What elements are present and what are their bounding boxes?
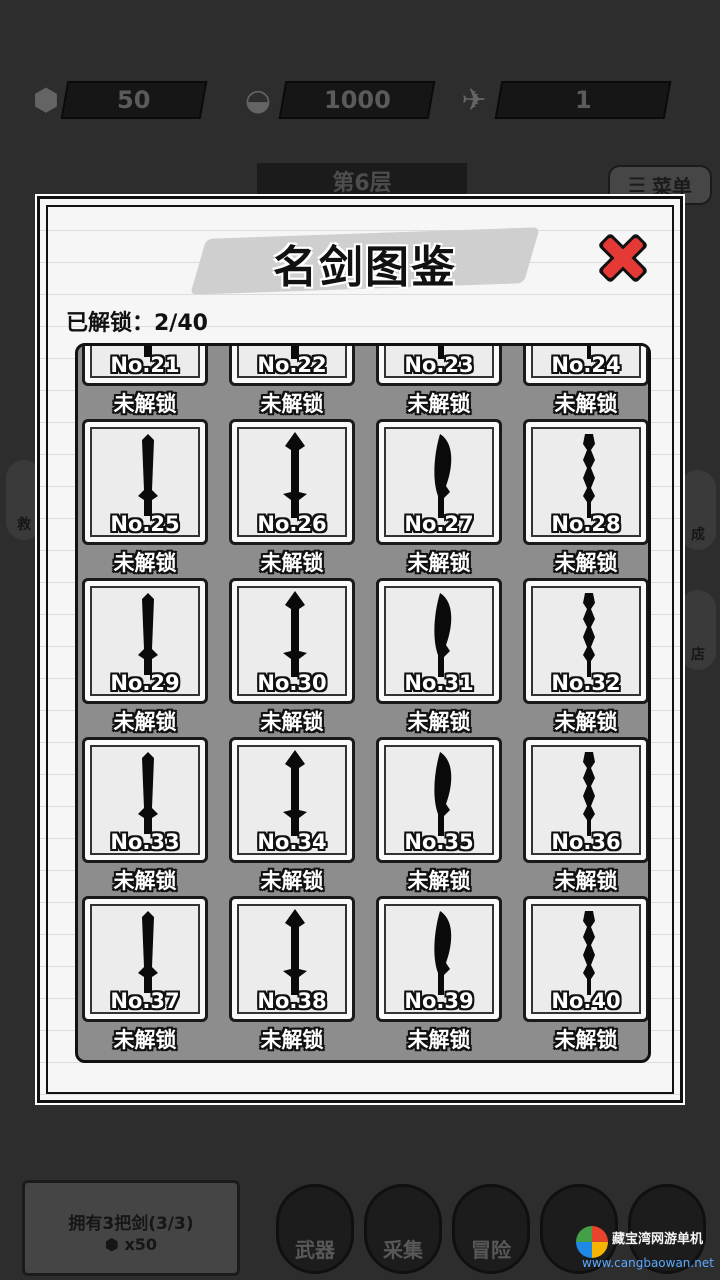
- sword-silhouette-icon: [283, 750, 307, 836]
- sword-silhouette-icon: [434, 593, 452, 677]
- watermark-cn: 藏宝湾网游单机: [612, 1232, 704, 1247]
- sword-status: 未解锁: [260, 869, 324, 893]
- sword-silhouette-icon: [138, 752, 158, 834]
- sword-number: No.22: [257, 353, 327, 377]
- sword-card[interactable]: No.25: [82, 419, 208, 545]
- sword-card[interactable]: No.27: [376, 419, 502, 545]
- sword-number: No.37: [110, 989, 180, 1013]
- sword-number: No.30: [257, 671, 327, 695]
- sword-status: 未解锁: [554, 869, 618, 893]
- sword-number: No.33: [110, 830, 180, 854]
- sword-silhouette-icon: [434, 434, 452, 518]
- sword-status: 未解锁: [407, 551, 471, 575]
- sword-number: No.29: [110, 671, 180, 695]
- modal-title-area: 名剑图鉴: [190, 219, 540, 295]
- sword-status: 未解锁: [554, 1028, 618, 1052]
- sword-silhouette-icon: [138, 593, 158, 675]
- sword-silhouette-icon: [283, 909, 307, 995]
- sword-card[interactable]: No.24: [523, 346, 648, 386]
- sword-number: No.28: [551, 512, 621, 536]
- sword-number: No.31: [404, 671, 474, 695]
- site-logo-icon: [576, 1226, 608, 1258]
- sword-number: No.21: [110, 353, 180, 377]
- sword-silhouette-icon: [583, 593, 595, 677]
- sword-silhouette-icon: [583, 911, 595, 995]
- sword-silhouette-icon: [283, 591, 307, 677]
- sword-number: No.25: [110, 512, 180, 536]
- sword-status: 未解锁: [407, 392, 471, 416]
- watermark-url: www.cangbaowan.net: [582, 1256, 714, 1270]
- sword-status: 未解锁: [407, 1028, 471, 1052]
- sword-card[interactable]: No.37: [82, 896, 208, 1022]
- sword-number: No.34: [257, 830, 327, 854]
- sword-silhouette-icon: [583, 752, 595, 836]
- sword-card[interactable]: No.28: [523, 419, 648, 545]
- sword-grid[interactable]: No.21 未解锁 No.22 未解锁 No.23 未解锁 No.24 未解锁 No.25 未解锁…: [75, 343, 651, 1063]
- sword-number: No.26: [257, 512, 327, 536]
- close-icon: [599, 234, 647, 282]
- unlock-count: 已解锁：2/40: [66, 311, 208, 336]
- sword-card[interactable]: No.26: [229, 419, 355, 545]
- sword-number: No.24: [551, 353, 621, 377]
- sword-number: No.32: [551, 671, 621, 695]
- sword-card[interactable]: No.38: [229, 896, 355, 1022]
- sword-silhouette-icon: [434, 752, 452, 836]
- sword-status: 未解锁: [113, 1028, 177, 1052]
- sword-card[interactable]: No.33: [82, 737, 208, 863]
- sword-number: No.38: [257, 989, 327, 1013]
- sword-status: 未解锁: [113, 710, 177, 734]
- sword-card[interactable]: No.31: [376, 578, 502, 704]
- sword-silhouette-icon: [138, 434, 158, 516]
- sword-status: 未解锁: [113, 551, 177, 575]
- sword-status: 未解锁: [260, 392, 324, 416]
- sword-status: 未解锁: [260, 551, 324, 575]
- sword-status: 未解锁: [554, 551, 618, 575]
- sword-status: 未解锁: [554, 392, 618, 416]
- close-button[interactable]: [592, 227, 654, 289]
- sword-silhouette-icon: [283, 432, 307, 518]
- sword-silhouette-icon: [138, 911, 158, 993]
- sword-silhouette-icon: [434, 911, 452, 995]
- sword-collection-modal: 名剑图鉴 已解锁：2/40 No.21 未解锁 No.22 未解锁 No.23 未解锁 No…: [37, 196, 683, 1103]
- sword-status: 未解锁: [407, 710, 471, 734]
- sword-card[interactable]: No.39: [376, 896, 502, 1022]
- sword-status: 未解锁: [407, 869, 471, 893]
- sword-status: 未解锁: [260, 1028, 324, 1052]
- sword-silhouette-icon: [583, 434, 595, 518]
- sword-status: 未解锁: [113, 392, 177, 416]
- sword-number: No.35: [404, 830, 474, 854]
- sword-card[interactable]: No.23: [376, 346, 502, 386]
- sword-card[interactable]: No.34: [229, 737, 355, 863]
- sword-number: No.39: [404, 989, 474, 1013]
- sword-card[interactable]: No.22: [229, 346, 355, 386]
- sword-card[interactable]: No.30: [229, 578, 355, 704]
- sword-status: 未解锁: [113, 869, 177, 893]
- sword-card[interactable]: No.29: [82, 578, 208, 704]
- sword-card[interactable]: No.40: [523, 896, 648, 1022]
- sword-status: 未解锁: [554, 710, 618, 734]
- sword-card[interactable]: No.21: [82, 346, 208, 386]
- sword-number: No.23: [404, 353, 474, 377]
- sword-card[interactable]: No.36: [523, 737, 648, 863]
- site-watermark: 藏宝湾网游单机 www.cangbaowan.net: [576, 1224, 716, 1274]
- modal-title: 名剑图鉴: [273, 242, 457, 293]
- sword-status: 未解锁: [260, 710, 324, 734]
- sword-number: No.27: [404, 512, 474, 536]
- sword-card[interactable]: No.35: [376, 737, 502, 863]
- sword-number: No.36: [551, 830, 621, 854]
- sword-card[interactable]: No.32: [523, 578, 648, 704]
- sword-number: No.40: [551, 989, 621, 1013]
